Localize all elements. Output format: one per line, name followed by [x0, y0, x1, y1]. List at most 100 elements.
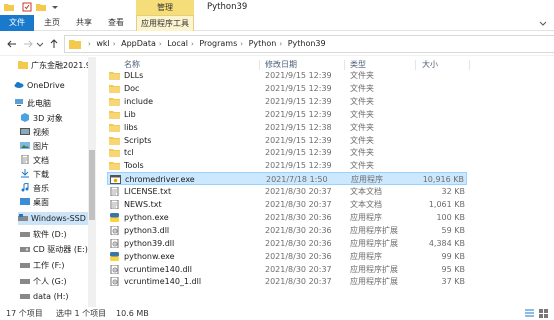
breadcrumb-programs[interactable]: Programs [199, 39, 237, 48]
file-date: 2021/9/15 12:39 [265, 161, 332, 171]
tab-file[interactable]: 文件 [0, 15, 34, 31]
folder-icon [109, 110, 120, 119]
file-type: 文件夹 [350, 161, 374, 171]
expand-ribbon-icon[interactable] [538, 18, 548, 28]
file-name: Scripts [124, 135, 152, 145]
file-type: 应用程序扩展 [350, 238, 398, 248]
properties-icon[interactable] [22, 2, 32, 12]
file-size: 100 KB [436, 212, 465, 222]
breadcrumb-wkl[interactable]: wkl [96, 39, 109, 48]
drive-icon [20, 263, 30, 268]
table-row[interactable]: libs 2021/9/15 12:38 文件夹 [107, 121, 467, 134]
nav-item-onedrive[interactable]: OneDrive [14, 79, 65, 92]
nav-item-drive-d[interactable]: 软件 (D:) [20, 228, 67, 241]
nav-item-documents[interactable]: 文档 [20, 154, 49, 167]
table-row[interactable]: python.exe 2021/8/30 20:36 应用程序 100 KB [107, 211, 467, 224]
table-row[interactable]: vcruntime140_1.dll 2021/8/30 20:37 应用程序扩展 3… [107, 275, 467, 288]
file-date: 2021/9/15 12:39 [265, 96, 332, 106]
title-bar: 管理 Python39 [0, 0, 554, 15]
nav-item-drive-e[interactable]: CD 驱动器 (E:) [20, 243, 88, 256]
music-icon [21, 183, 29, 192]
cube-icon [21, 113, 29, 122]
picture-icon [20, 142, 30, 149]
dll-icon [110, 225, 119, 235]
file-date: 2021/8/30 20:37 [265, 277, 332, 287]
new-folder-icon[interactable] [36, 2, 46, 12]
breadcrumb-python39[interactable]: Python39 [288, 39, 326, 48]
exe-icon [110, 175, 121, 185]
nav-item-desktop[interactable]: 桌面 [20, 196, 49, 209]
table-row[interactable]: python3.dll 2021/8/30 20:36 应用程序扩展 59 KB [107, 224, 467, 237]
nav-item-downloads[interactable]: 下载 [20, 168, 49, 181]
tab-home[interactable]: 主页 [38, 15, 66, 31]
file-name: DLLs [124, 71, 144, 80]
nav-item-drive-h[interactable]: data (H:) [20, 290, 69, 303]
nav-item-drive-f[interactable]: 工作 (F:) [20, 259, 64, 272]
file-type: 文本文档 [350, 187, 382, 197]
file-type: 文本文档 [350, 200, 382, 209]
nav-pane-scroll-thumb[interactable] [89, 150, 95, 220]
table-row[interactable]: Tools 2021/9/15 12:39 文件夹 [107, 159, 467, 172]
file-size: 99 KB [441, 251, 465, 261]
table-row[interactable]: LICENSE.txt 2021/8/30 20:37 文本文档 32 KB [107, 185, 467, 198]
nav-item-label: 软件 (D:) [33, 230, 67, 239]
nav-item-drive-g[interactable]: 个人 (G:) [20, 275, 67, 288]
nav-item-guangdong-finance[interactable]: 广东金融2021.9 [18, 59, 91, 72]
table-row[interactable]: tcl 2021/9/15 12:39 文件夹 [107, 146, 467, 159]
table-row[interactable]: include 2021/9/15 12:39 文件夹 [107, 95, 467, 108]
up-arrow-icon[interactable] [48, 38, 60, 50]
details-view-icon[interactable] [525, 309, 534, 318]
selected-size: 10.6 MB [116, 309, 149, 318]
file-date: 2021/9/15 12:38 [265, 122, 332, 132]
nav-item-music[interactable]: 音乐 [20, 182, 49, 195]
nav-item-label: 文档 [33, 156, 49, 165]
back-arrow-icon[interactable] [6, 38, 18, 50]
nav-item-pictures[interactable]: 图片 [20, 140, 49, 153]
file-type: 文件夹 [350, 122, 374, 132]
python-icon [110, 251, 119, 261]
tab-application-tools[interactable]: 应用程序工具 [136, 15, 194, 31]
file-name: pythonw.exe [124, 251, 175, 261]
table-row[interactable]: vcruntime140.dll 2021/8/30 20:37 应用程序扩展 95 … [107, 263, 467, 276]
table-row[interactable]: DLLs 2021/9/15 12:39 文件夹 [107, 69, 467, 82]
customize-toolbar-icon[interactable] [50, 2, 60, 12]
breadcrumb-appdata[interactable]: AppData [121, 39, 156, 48]
manage-context-tab[interactable]: 管理 [136, 0, 194, 15]
nav-item-3d-objects[interactable]: 3D 对象 [20, 112, 63, 125]
table-row[interactable]: chromedriver.exe 2021/7/18 1:50 应用程序 10,916… [107, 172, 467, 186]
tab-view[interactable]: 查看 [102, 15, 130, 31]
window-title: Python39 [207, 2, 248, 12]
recent-locations-icon[interactable] [36, 38, 44, 50]
nav-item-this-pc[interactable]: 此电脑 [14, 97, 51, 110]
file-date: 2021/8/30 20:36 [265, 238, 332, 248]
table-row[interactable]: Doc 2021/9/15 12:39 文件夹 [107, 82, 467, 95]
folder-icon [4, 4, 14, 11]
file-type: 文件夹 [350, 148, 374, 158]
folder-icon [109, 123, 120, 132]
file-date: 2021/8/30 20:37 [265, 200, 332, 209]
table-row[interactable]: python39.dll 2021/8/30 20:36 应用程序扩展 4,384 K… [107, 237, 467, 250]
table-row[interactable]: Lib 2021/9/15 12:39 文件夹 [107, 108, 467, 121]
column-divider[interactable] [469, 60, 470, 70]
file-date: 2021/9/15 12:39 [265, 83, 332, 93]
dll-icon [110, 277, 119, 287]
table-row[interactable]: Scripts 2021/9/15 12:39 文件夹 [107, 134, 467, 147]
address-bar[interactable]: › wkl › AppData › Local › Programs › Python ›… [64, 35, 554, 53]
breadcrumb-python[interactable]: Python [249, 39, 277, 48]
file-type: 应用程序 [350, 212, 382, 222]
file-size: 37 KB [441, 277, 465, 287]
file-name: tcl [124, 148, 134, 158]
drive-icon [20, 294, 30, 299]
file-list-scrollbar[interactable] [536, 57, 554, 307]
table-row[interactable]: NEWS.txt 2021/8/30 20:37 文本文档 1,061 KB [107, 198, 467, 211]
nav-item-windows-ssd[interactable]: Windows-SSD ( [18, 212, 92, 225]
table-row[interactable]: pythonw.exe 2021/8/30 20:36 应用程序 99 KB [107, 250, 467, 263]
folder-icon [109, 72, 120, 80]
forward-arrow-icon[interactable] [22, 38, 34, 50]
tab-share[interactable]: 共享 [70, 15, 98, 31]
breadcrumb-local[interactable]: Local [167, 39, 188, 48]
large-icons-view-icon[interactable] [539, 309, 548, 318]
folder-icon [109, 162, 120, 171]
nav-item-videos[interactable]: 视频 [20, 126, 49, 139]
file-date: 2021/9/15 12:39 [265, 135, 332, 145]
